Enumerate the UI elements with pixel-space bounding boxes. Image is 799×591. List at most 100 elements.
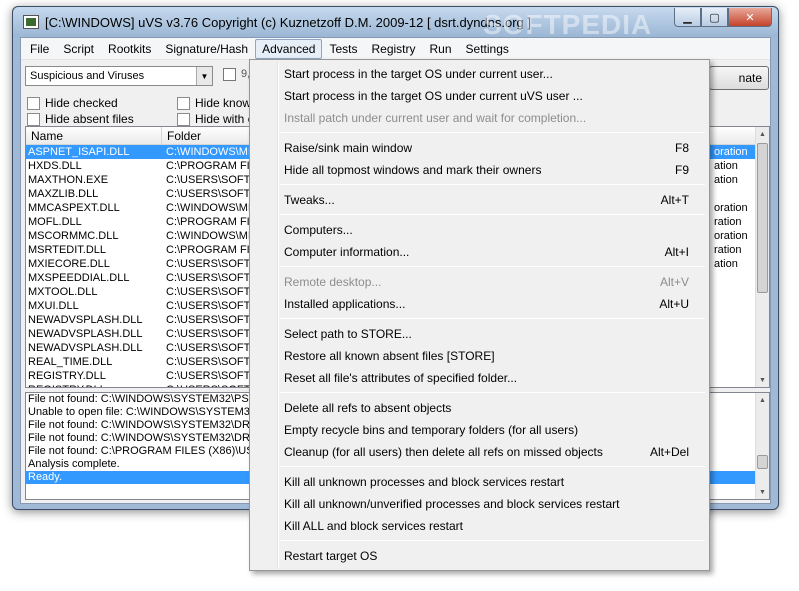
hide-absent-checkbox[interactable] [27, 112, 40, 126]
app-icon [23, 15, 39, 29]
menu-item-label: Computers... [284, 223, 353, 237]
menu-separator [280, 392, 705, 393]
menu-item-label: Restart target OS [284, 549, 378, 563]
select-all-checkbox[interactable] [223, 68, 236, 81]
filter-dropdown[interactable]: Suspicious and Viruses ▼ [25, 66, 213, 86]
advanced-menu-item[interactable]: Start process in the target OS under cur… [252, 85, 707, 107]
menu-bar: File Script Rootkits Signature/Hash Adva… [21, 38, 770, 60]
menu-item-label: Select path to STORE... [284, 327, 412, 341]
menu-separator [280, 466, 705, 467]
cell-name: MSRTEDIT.DLL [28, 244, 107, 256]
menu-separator [280, 540, 705, 541]
advanced-menu-item: Install patch under current user and wai… [252, 107, 707, 129]
cell-name: NEWADVSPLASH.DLL [28, 328, 143, 340]
cell-name: MOFL.DLL [28, 216, 82, 228]
hide-known-option[interactable]: Hide known [177, 96, 258, 110]
menu-item-label: Kill ALL and block services restart [284, 519, 463, 533]
menu-item-label: Install patch under current user and wai… [284, 111, 587, 125]
cell-name: MSCORMMC.DLL [28, 230, 119, 242]
menu-item-label: Delete all refs to absent objects [284, 401, 452, 415]
advanced-menu-item[interactable]: Restart target OS [252, 545, 707, 567]
menu-tests[interactable]: Tests [322, 39, 364, 59]
menu-script[interactable]: Script [56, 39, 101, 59]
hide-with-option[interactable]: Hide with co [177, 112, 260, 126]
column-header-name[interactable]: Name [26, 127, 162, 145]
scroll-down-icon[interactable]: ▼ [756, 373, 769, 387]
menu-item-label: Tweaks... [284, 193, 335, 207]
hide-known-checkbox[interactable] [177, 96, 190, 110]
menu-item-label: Empty recycle bins and temporary folders… [284, 423, 579, 437]
advanced-menu-item[interactable]: Raise/sink main window F8 [252, 137, 707, 159]
menu-item-shortcut: Alt+V [659, 275, 689, 289]
cell-name: HXDS.DLL [28, 160, 82, 172]
cell-name: MAXZLIB.DLL [28, 188, 99, 200]
scroll-up-icon[interactable]: ▲ [756, 127, 769, 141]
menu-run[interactable]: Run [423, 39, 459, 59]
maximize-button[interactable]: ▢ [701, 8, 728, 27]
scroll-thumb[interactable] [757, 455, 768, 469]
minimize-button[interactable]: ▁ [674, 8, 701, 27]
scroll-thumb[interactable] [757, 143, 768, 293]
menu-item-label: Kill all unknown/unverified processes an… [284, 497, 620, 511]
hide-with-checkbox[interactable] [177, 112, 190, 126]
menu-advanced[interactable]: Advanced [255, 39, 323, 59]
advanced-menu-item[interactable]: Hide all topmost windows and mark their … [252, 159, 707, 181]
window-title: [C:\WINDOWS] uVS v3.76 Copyright (c) Kuz… [45, 15, 532, 30]
cell-name: MMCASPEXT.DLL [28, 202, 120, 214]
menu-file[interactable]: File [23, 39, 56, 59]
scroll-down-icon[interactable]: ▼ [756, 485, 769, 499]
menu-item-label: Start process in the target OS under cur… [284, 89, 583, 103]
menu-separator [280, 318, 705, 319]
menu-separator [280, 184, 705, 185]
advanced-menu-item[interactable]: Delete all refs to absent objects [252, 397, 707, 419]
menu-item-label: Reset all file's attributes of specified… [284, 371, 518, 385]
cell-name: MXSPEEDDIAL.DLL [28, 272, 130, 284]
menu-settings[interactable]: Settings [459, 39, 516, 59]
advanced-menu-item[interactable]: Computers... [252, 219, 707, 241]
scroll-up-icon[interactable]: ▲ [756, 393, 769, 407]
advanced-menu-item[interactable]: Tweaks... Alt+T [252, 189, 707, 211]
menu-item-label: Raise/sink main window [284, 141, 413, 155]
chevron-down-icon[interactable]: ▼ [196, 67, 212, 85]
advanced-menu-item[interactable]: Computer information... Alt+I [252, 241, 707, 263]
menu-rootkits[interactable]: Rootkits [101, 39, 158, 59]
menu-item-label: Computer information... [284, 245, 410, 259]
action-button[interactable]: nate [709, 66, 769, 90]
menu-item-label: Restore all known absent files [STORE] [284, 349, 495, 363]
list-scrollbar[interactable]: ▲ ▼ [755, 127, 769, 387]
close-button[interactable]: ✕ [728, 8, 772, 27]
menu-item-shortcut: F9 [674, 163, 689, 177]
cell-name: NEWADVSPLASH.DLL [28, 342, 143, 354]
window-controls: ▁ ▢ ✕ [674, 8, 772, 27]
log-scrollbar[interactable]: ▲ ▼ [755, 393, 769, 499]
cell-name: ASPNET_ISAPI.DLL [28, 146, 130, 158]
menu-item-shortcut: Alt+Del [649, 445, 689, 459]
cell-name: REAL_TIME.DLL [28, 356, 113, 368]
advanced-menu-item[interactable]: Empty recycle bins and temporary folders… [252, 419, 707, 441]
cell-name: REGISTRY.DLL [28, 383, 162, 387]
hide-absent-option[interactable]: Hide absent files [27, 112, 134, 126]
advanced-menu-item[interactable]: Start process in the target OS under cur… [252, 63, 707, 85]
advanced-menu-item[interactable]: Kill all unknown processes and block ser… [252, 471, 707, 493]
advanced-menu-item[interactable]: Cleanup (for all users) then delete all … [252, 441, 707, 463]
advanced-menu-item[interactable]: Select path to STORE... [252, 323, 707, 345]
menu-registry[interactable]: Registry [365, 39, 423, 59]
cell-name: REGISTRY.DLL [28, 370, 106, 382]
hide-checked-option[interactable]: Hide checked [27, 96, 118, 110]
menu-item-label: Remote desktop... [284, 275, 382, 289]
advanced-menu-item[interactable]: Restore all known absent files [STORE] [252, 345, 707, 367]
filter-value: Suspicious and Viruses [30, 70, 145, 82]
menu-item-shortcut: Alt+U [659, 297, 689, 311]
advanced-menu-item[interactable]: Reset all file's attributes of specified… [252, 367, 707, 389]
menu-signature-hash[interactable]: Signature/Hash [158, 39, 255, 59]
advanced-menu-item[interactable]: Installed applications... Alt+U [252, 293, 707, 315]
menu-item-shortcut: Alt+T [660, 193, 689, 207]
advanced-menu-item[interactable]: Kill ALL and block services restart [252, 515, 707, 537]
hide-checked-checkbox[interactable] [27, 96, 40, 110]
advanced-menu-dropdown: Start process in the target OS under cur… [249, 59, 710, 571]
cell-name: MXTOOL.DLL [28, 286, 98, 298]
menu-item-shortcut: Alt+I [664, 245, 689, 259]
advanced-menu-item[interactable]: Kill all unknown/unverified processes an… [252, 493, 707, 515]
title-bar[interactable]: [C:\WINDOWS] uVS v3.76 Copyright (c) Kuz… [13, 7, 778, 40]
menu-item-label: Installed applications... [284, 297, 406, 311]
